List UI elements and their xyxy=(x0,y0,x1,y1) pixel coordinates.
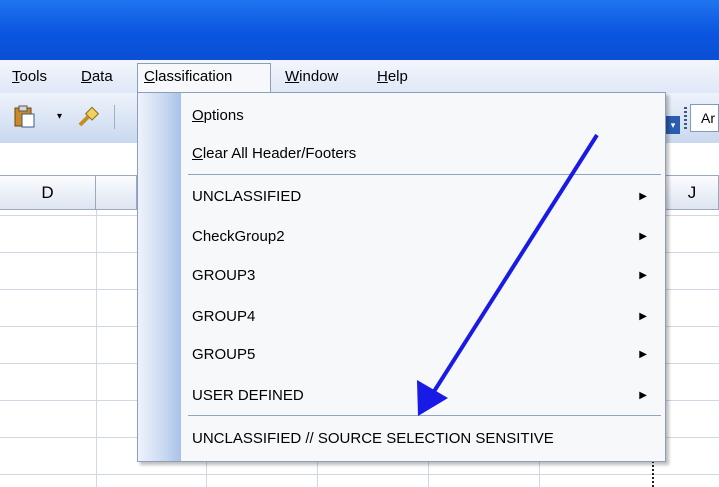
menu-bar: Tools Data Classification Window Help xyxy=(0,60,719,94)
submenu-label: USER DEFINED xyxy=(192,387,304,404)
column-header[interactable] xyxy=(96,175,137,210)
submenu-label: GROUP5 xyxy=(192,346,256,363)
menu-item-options[interactable]: Options xyxy=(192,101,652,131)
paste-dropdown-icon[interactable]: ▾ xyxy=(57,111,62,122)
toolbar-overflow-chevron-icon[interactable]: ▾ xyxy=(666,116,680,134)
menu-data[interactable]: Data xyxy=(75,64,119,89)
clear-all-mnemonic: C xyxy=(192,145,203,162)
menu-classification-label: lassification xyxy=(154,68,233,85)
format-painter-icon[interactable] xyxy=(76,105,100,135)
menu-tools-label: ools xyxy=(19,68,48,85)
submenu-arrow-icon: ▶ xyxy=(639,231,647,242)
menu-tools-mnemonic: T xyxy=(12,68,20,85)
menu-window[interactable]: Window xyxy=(279,64,344,89)
grid-column-line xyxy=(96,210,97,487)
menu-help-mnemonic: H xyxy=(377,68,388,85)
classification-dropdown-menu: Options Clear All Header/Footers UNCLASS… xyxy=(137,92,666,462)
menu-item-checkgroup2[interactable]: CheckGroup2 ▶ xyxy=(192,222,652,252)
submenu-label: CheckGroup2 xyxy=(192,228,285,245)
options-label: ptions xyxy=(203,107,244,124)
menu-window-label: indow xyxy=(299,68,339,85)
column-header-d[interactable]: D xyxy=(0,175,96,210)
menu-classification[interactable]: Classification xyxy=(137,63,271,93)
menu-item-group5[interactable]: GROUP5 ▶ xyxy=(192,340,652,370)
menu-item-source-selection-sensitive[interactable]: UNCLASSIFIED // SOURCE SELECTION SENSITI… xyxy=(192,424,652,454)
paste-icon[interactable] xyxy=(12,105,38,135)
menu-icon-gutter xyxy=(138,93,181,461)
menu-help[interactable]: Help xyxy=(371,64,414,89)
menu-data-mnemonic: D xyxy=(81,68,92,85)
menu-item-user-defined[interactable]: USER DEFINED ▶ xyxy=(192,381,652,411)
submenu-label: UNCLASSIFIED xyxy=(192,188,302,205)
menu-item-group4[interactable]: GROUP4 ▶ xyxy=(192,302,652,332)
window-title-bar xyxy=(0,0,719,60)
submenu-arrow-icon: ▶ xyxy=(639,349,647,360)
menu-help-label: elp xyxy=(387,68,408,85)
column-header-j[interactable]: J xyxy=(666,175,719,210)
menu-separator xyxy=(188,415,661,416)
menu-item-group3[interactable]: GROUP3 ▶ xyxy=(192,261,652,291)
submenu-label: GROUP4 xyxy=(192,308,256,325)
options-mnemonic: O xyxy=(192,107,204,124)
toolbar-separator xyxy=(114,105,115,129)
toolbar-grip-icon[interactable] xyxy=(684,107,687,129)
submenu-arrow-icon: ▶ xyxy=(639,390,647,401)
submenu-arrow-icon: ▶ xyxy=(639,311,647,322)
menu-data-label: ata xyxy=(91,68,113,85)
menu-window-mnemonic: W xyxy=(285,68,300,85)
menu-separator xyxy=(188,174,661,175)
clear-all-label: lear All Header/Footers xyxy=(202,145,357,162)
menu-item-clear-all-header-footers[interactable]: Clear All Header/Footers xyxy=(192,139,652,169)
menu-item-unclassified[interactable]: UNCLASSIFIED ▶ xyxy=(192,182,652,212)
menu-classification-mnemonic: C xyxy=(144,68,155,85)
font-name-box[interactable]: Ar xyxy=(690,104,719,132)
menu-tools[interactable]: Tools xyxy=(6,64,53,89)
submenu-arrow-icon: ▶ xyxy=(639,191,647,202)
submenu-arrow-icon: ▶ xyxy=(639,270,647,281)
submenu-label: GROUP3 xyxy=(192,267,256,284)
